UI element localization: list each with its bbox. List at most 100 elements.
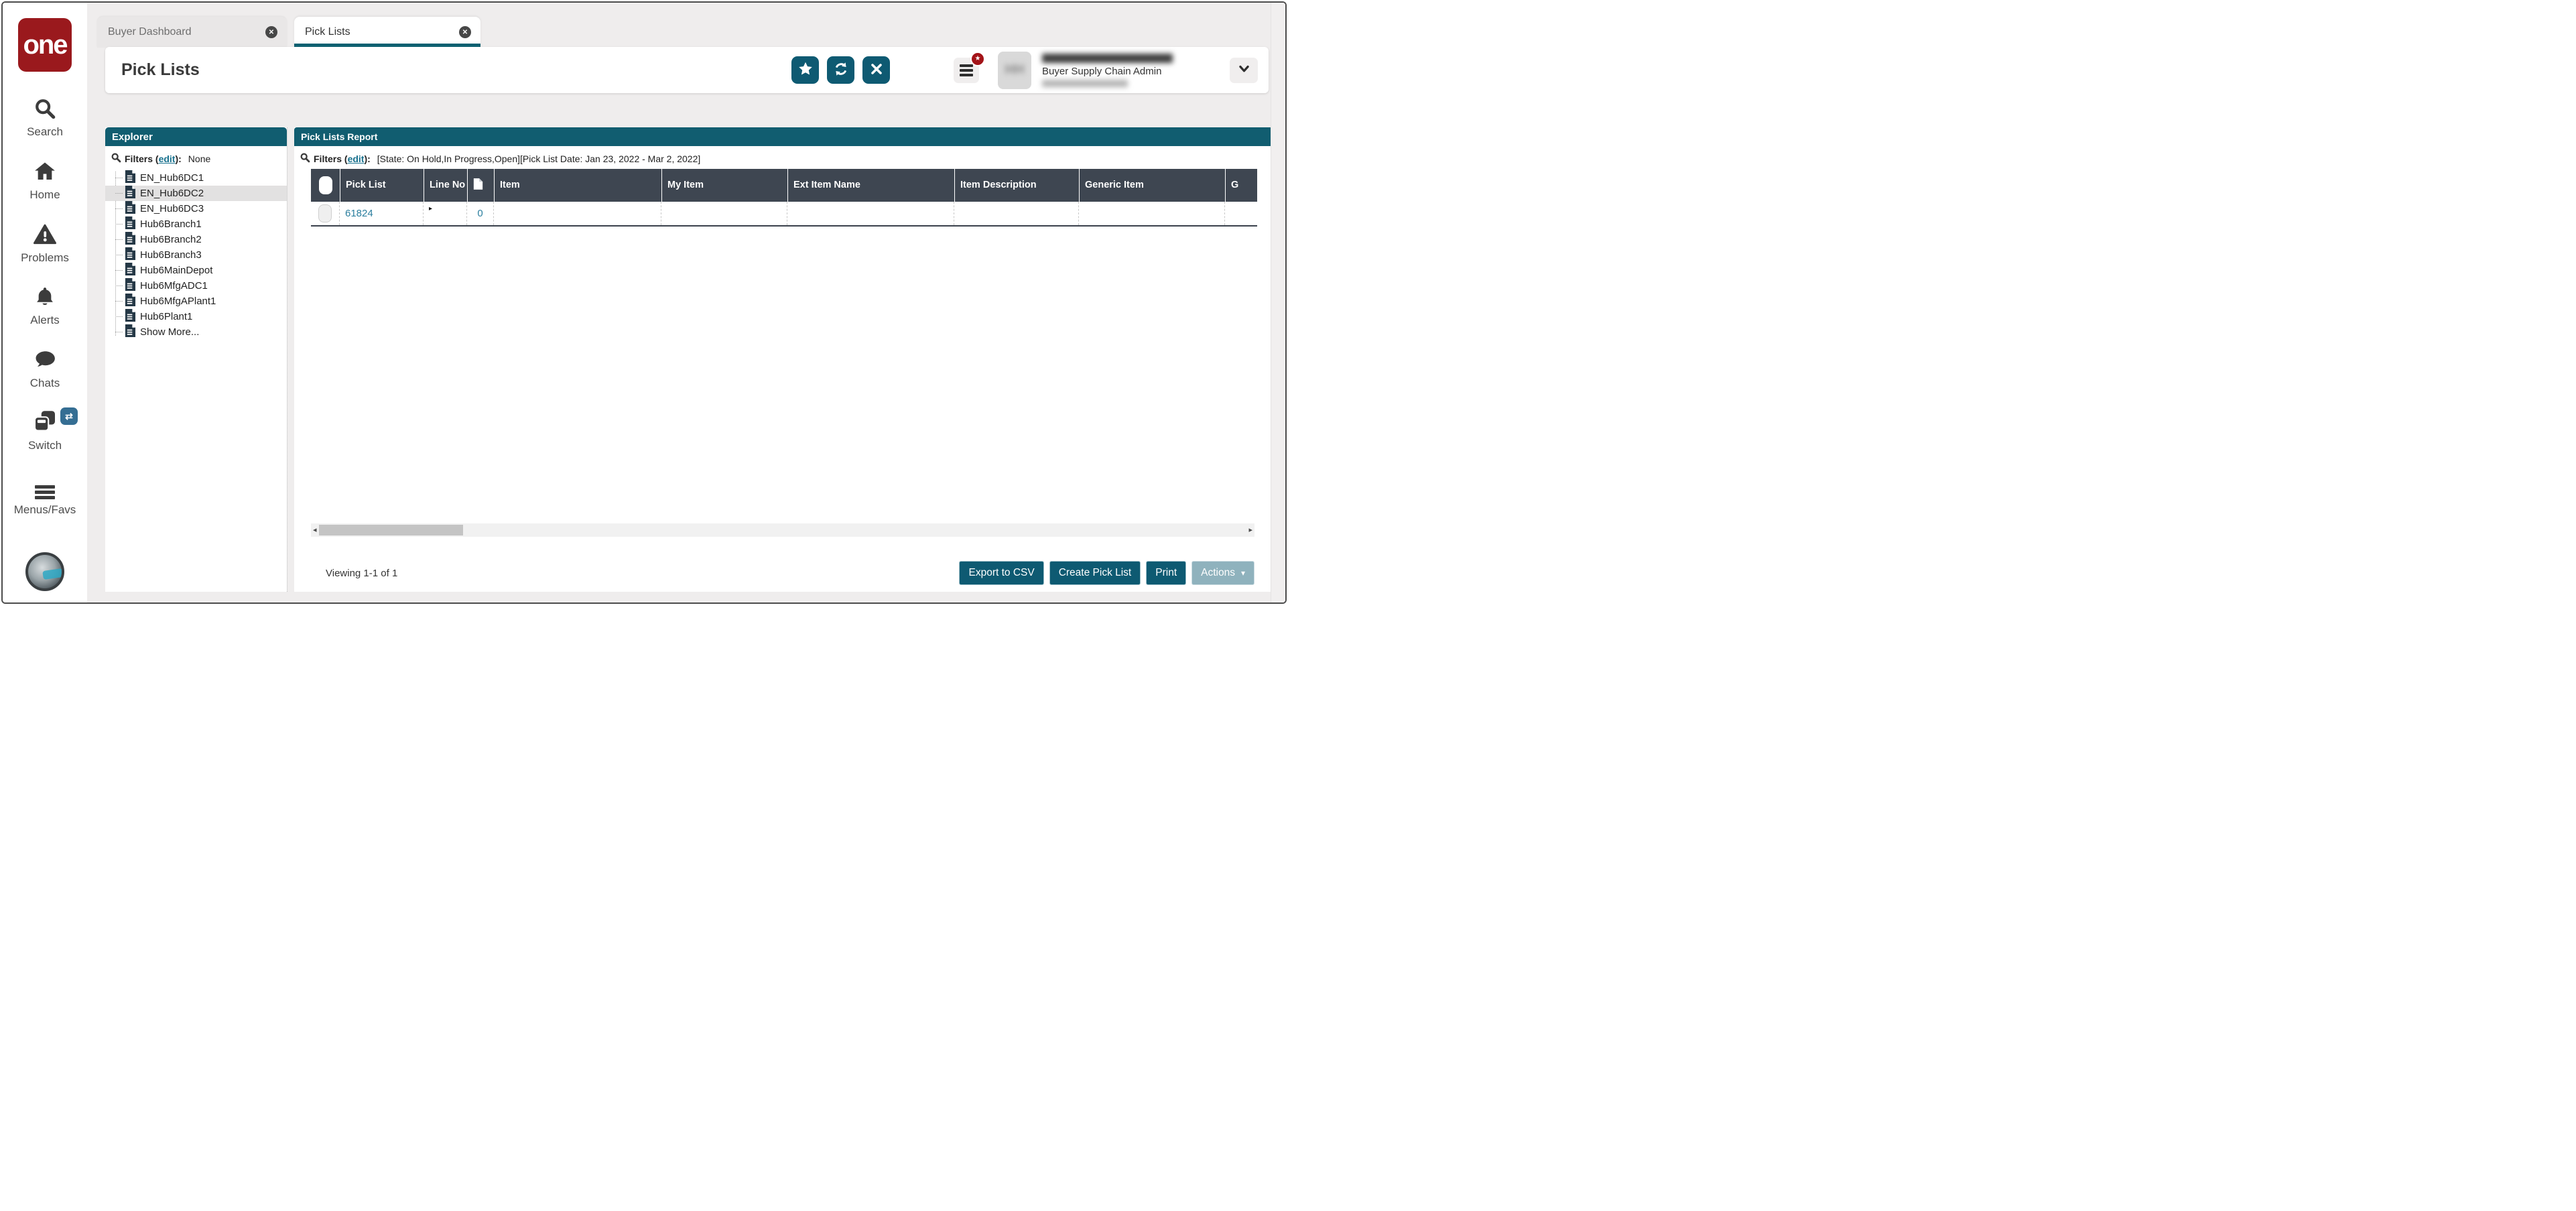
explorer-filters: Filters (edit): None: [105, 146, 287, 169]
grid-header-row: Pick List Line No Item My Item Ext Item …: [311, 169, 1257, 202]
actions-label: Actions: [1201, 567, 1235, 578]
sidebar-item-chats[interactable]: Chats: [3, 348, 87, 390]
tree-item[interactable]: Hub6MfgAPlant1: [105, 294, 287, 309]
switch-pages-icon: [33, 409, 57, 437]
content-area: Buyer Dashboard ✕ Pick Lists ✕ Pick List…: [87, 3, 1285, 602]
tab-label: Buyer Dashboard: [108, 26, 192, 38]
document-icon: [125, 200, 140, 217]
pick-list-link[interactable]: 61824: [345, 208, 373, 219]
line-no-cell: ▸: [424, 202, 467, 225]
tree-item-label: EN_Hub6DC1: [140, 172, 204, 184]
vertical-scrollbar[interactable]: [1271, 3, 1285, 602]
column-header-generic-item[interactable]: Generic Item: [1079, 169, 1225, 202]
search-icon: [300, 152, 314, 165]
column-header-ext-item-name[interactable]: Ext Item Name: [787, 169, 954, 202]
tree-item[interactable]: EN_Hub6DC3: [105, 201, 287, 216]
bell-icon: [34, 285, 56, 312]
menu-icon: [960, 62, 973, 78]
scroll-right-icon[interactable]: ▸: [1248, 523, 1252, 537]
export-to-csv-button[interactable]: Export to CSV: [959, 561, 1043, 585]
pick-lists-grid: Pick List Line No Item My Item Ext Item …: [311, 169, 1257, 227]
tab-pick-lists[interactable]: Pick Lists ✕: [294, 17, 480, 48]
search-icon: [34, 97, 56, 123]
doc-count-cell: 0: [467, 202, 494, 225]
warning-icon: [33, 223, 57, 249]
column-header-pick-list[interactable]: Pick List: [340, 169, 424, 202]
column-header-docs[interactable]: [467, 169, 494, 202]
refresh-button[interactable]: [827, 56, 854, 84]
explorer-filters-edit-link[interactable]: edit: [159, 153, 176, 164]
tab-close-icon[interactable]: ✕: [265, 26, 277, 38]
user-avatar[interactable]: HH: [998, 52, 1031, 89]
tree-item-label: Hub6Branch1: [140, 218, 202, 230]
report-header: Pick Lists Report: [294, 127, 1273, 146]
column-header-my-item[interactable]: My Item: [661, 169, 787, 202]
tab-close-icon[interactable]: ✕: [459, 26, 471, 38]
tree-item-show-more[interactable]: Show More...: [105, 324, 287, 340]
sidebar-item-home[interactable]: Home: [3, 160, 87, 202]
viewing-status: Viewing 1-1 of 1: [326, 568, 397, 579]
sidebar-item-menus-favs[interactable]: Menus/Favs: [3, 474, 87, 517]
tab-buyer-dashboard[interactable]: Buyer Dashboard ✕: [97, 17, 287, 48]
document-icon: [125, 277, 140, 294]
expand-arrow-icon[interactable]: ▸: [429, 205, 432, 212]
actions-dropdown-button[interactable]: Actions ▾: [1192, 561, 1254, 585]
row-checkbox[interactable]: [318, 204, 332, 222]
row-select-cell[interactable]: [311, 202, 340, 225]
column-header-line-no[interactable]: Line No: [424, 169, 467, 202]
document-icon: [125, 185, 140, 202]
user-profile-avatar[interactable]: [25, 552, 64, 591]
report-filters-edit-link[interactable]: edit: [348, 153, 365, 164]
close-page-button[interactable]: [862, 56, 890, 84]
user-name-redacted: [1042, 54, 1173, 63]
tree-item[interactable]: Hub6Plant1: [105, 309, 287, 324]
document-icon: [125, 262, 140, 279]
tree-item-selected[interactable]: EN_Hub6DC2: [105, 186, 287, 201]
chevron-down-icon: [1238, 64, 1250, 76]
document-icon: [125, 170, 140, 186]
document-icon: [125, 231, 140, 248]
sidebar-item-alerts[interactable]: Alerts: [3, 285, 87, 327]
user-role: Buyer Supply Chain Admin: [1042, 66, 1198, 77]
tree-item-label: Hub6Plant1: [140, 311, 192, 322]
sidebar-item-search[interactable]: Search: [3, 97, 87, 139]
scrollbar-thumb[interactable]: [319, 525, 463, 535]
tree-item[interactable]: Hub6MainDepot: [105, 263, 287, 278]
tree-item[interactable]: EN_Hub6DC1: [105, 170, 287, 186]
column-header-clipped[interactable]: G: [1225, 169, 1257, 202]
sidebar-item-switch[interactable]: ⇄ Switch: [3, 410, 87, 452]
create-pick-list-button[interactable]: Create Pick List: [1049, 561, 1141, 585]
document-icon: [125, 247, 140, 263]
star-icon: [797, 61, 814, 79]
tree-item[interactable]: Hub6Branch3: [105, 247, 287, 263]
select-all-checkbox[interactable]: [319, 176, 332, 194]
tree-item[interactable]: Hub6Branch1: [105, 216, 287, 232]
scroll-left-icon[interactable]: ◂: [313, 523, 317, 537]
filters-label-suffix: ):: [175, 153, 181, 164]
switch-swap-badge[interactable]: ⇄: [60, 407, 78, 425]
user-info: Buyer Supply Chain Admin: [1042, 54, 1198, 87]
tree-item-label: EN_Hub6DC3: [140, 203, 204, 214]
sidebar-item-problems[interactable]: Problems: [3, 222, 87, 265]
report-footer: Viewing 1-1 of 1 Export to CSV Create Pi…: [311, 560, 1254, 586]
column-header-item-description[interactable]: Item Description: [954, 169, 1079, 202]
one-network-logo[interactable]: one: [18, 18, 72, 72]
my-item-cell: [661, 202, 787, 225]
report-panel: Pick Lists Report Filters (edit): [State…: [294, 127, 1273, 592]
horizontal-scrollbar[interactable]: ◂ ▸: [311, 523, 1254, 537]
user-menu-dropdown[interactable]: [1230, 58, 1258, 83]
select-all-column-header[interactable]: [311, 169, 340, 202]
favorite-button[interactable]: [791, 56, 819, 84]
print-button[interactable]: Print: [1146, 561, 1186, 585]
item-description-cell: [954, 202, 1079, 225]
tree-item-label: EN_Hub6DC2: [140, 188, 204, 199]
tree-item[interactable]: Hub6Branch2: [105, 232, 287, 247]
global-menu-button[interactable]: ★: [954, 58, 979, 83]
caret-down-icon: ▾: [1241, 568, 1245, 578]
ext-item-name-cell: [787, 202, 954, 225]
tree-item[interactable]: Hub6MfgADC1: [105, 278, 287, 294]
page-title: Pick Lists: [121, 60, 200, 80]
tree-item-label: Show More...: [140, 326, 199, 338]
column-header-item[interactable]: Item: [494, 169, 661, 202]
doc-count-link[interactable]: 0: [477, 208, 482, 219]
